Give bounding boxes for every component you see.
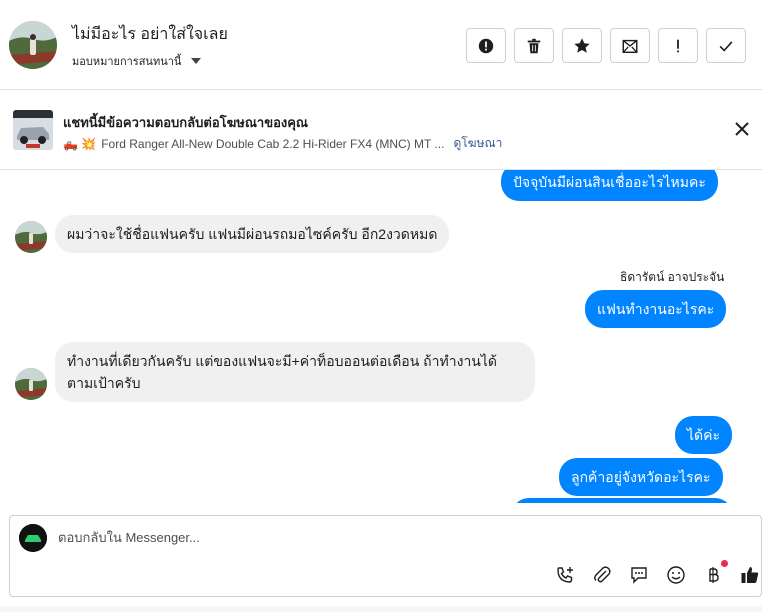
follow-up-button[interactable] <box>658 28 698 63</box>
message-outgoing: แฟนทำงานอะไรคะ <box>585 290 727 328</box>
message-outgoing: ได้ค่ะ <box>675 416 733 454</box>
mark-done-button[interactable] <box>706 28 746 63</box>
ad-reply-banner: แชทนี้มีข้อความตอบกลับต่อโฆษณาของคุณ 🛻 💥… <box>0 90 762 170</box>
ad-thumbnail[interactable] <box>13 110 53 150</box>
ad-emoji: 🛻 💥 <box>63 136 97 151</box>
ad-banner-title: แชทนี้มีข้อความตอบกลับต่อโฆษณาของคุณ <box>63 115 308 130</box>
contact-avatar-small[interactable] <box>15 221 47 253</box>
trash-icon <box>527 38 541 53</box>
phone-add-icon <box>557 567 573 583</box>
chevron-down-icon <box>191 58 202 64</box>
mark-unread-button[interactable] <box>610 28 650 63</box>
message-incoming: ทำงานที่เดียวกันครับ แต่ของแฟนจะมี+ค่าท็… <box>55 342 535 402</box>
message-thread[interactable]: ปัจจุบันมีผ่อนสินเชื่ออะไรไหมคะ ผมว่าจะใ… <box>0 170 762 503</box>
reply-composer <box>9 515 762 597</box>
message-outgoing: ลูกค้าอยู่จังหวัดอะไรคะ <box>559 458 723 496</box>
emoji-button[interactable] <box>664 563 688 587</box>
thumbs-up-icon <box>741 567 759 583</box>
ad-description-line: 🛻 💥 Ford Ranger All-New Double Cab 2.2 H… <box>63 134 502 153</box>
delete-button[interactable] <box>514 28 554 63</box>
reply-input[interactable] <box>58 530 558 545</box>
call-button[interactable] <box>553 563 577 587</box>
message-outgoing-partial <box>511 498 733 503</box>
contact-avatar-small[interactable] <box>15 368 47 400</box>
exclamation-icon <box>677 39 679 52</box>
spam-button[interactable] <box>466 28 506 63</box>
assign-conversation-dropdown[interactable]: มอบหมายการสนทนานี้ <box>72 52 202 70</box>
star-icon <box>574 37 590 53</box>
contact-avatar[interactable] <box>9 21 57 69</box>
attach-button[interactable] <box>590 563 614 587</box>
star-button[interactable] <box>562 28 602 63</box>
message-incoming: ผมว่าจะใช้ชื่อแฟนครับ แฟนมีผ่อนรถมอไซค์ค… <box>55 215 450 253</box>
saved-replies-button[interactable] <box>627 563 651 587</box>
view-ad-link[interactable]: ดูโฆษณา <box>453 134 502 153</box>
ad-description: Ford Ranger All-New Double Cab 2.2 Hi-Ri… <box>101 136 445 151</box>
conversation-header: ไม่มีอะไร อย่าใส่ใจเลย มอบหมายการสนทนานี… <box>0 0 762 90</box>
message-outgoing: ปัจจุบันมีผ่อนสินเชื่ออะไรไหมคะ <box>501 170 718 201</box>
alert-circle-icon <box>478 38 494 53</box>
chat-bubble-icon <box>631 567 647 584</box>
notification-dot <box>721 560 728 567</box>
contact-name: ไม่มีอะไร อย่าใส่ใจเลย <box>72 26 228 43</box>
bottom-divider <box>0 606 762 612</box>
baht-icon <box>709 567 719 583</box>
check-icon <box>719 40 733 52</box>
like-button[interactable] <box>738 563 762 587</box>
close-banner-button[interactable] <box>733 120 751 138</box>
payment-button[interactable] <box>701 560 728 587</box>
paperclip-icon <box>594 566 611 583</box>
agent-sender-name: ธิดารัตน์ อาจประจัน <box>620 270 725 284</box>
close-icon <box>735 122 749 136</box>
page-avatar <box>19 524 47 552</box>
mail-open-icon <box>622 39 638 53</box>
smiley-icon <box>667 566 685 584</box>
assign-conversation-label: มอบหมายการสนทนานี้ <box>72 56 182 68</box>
